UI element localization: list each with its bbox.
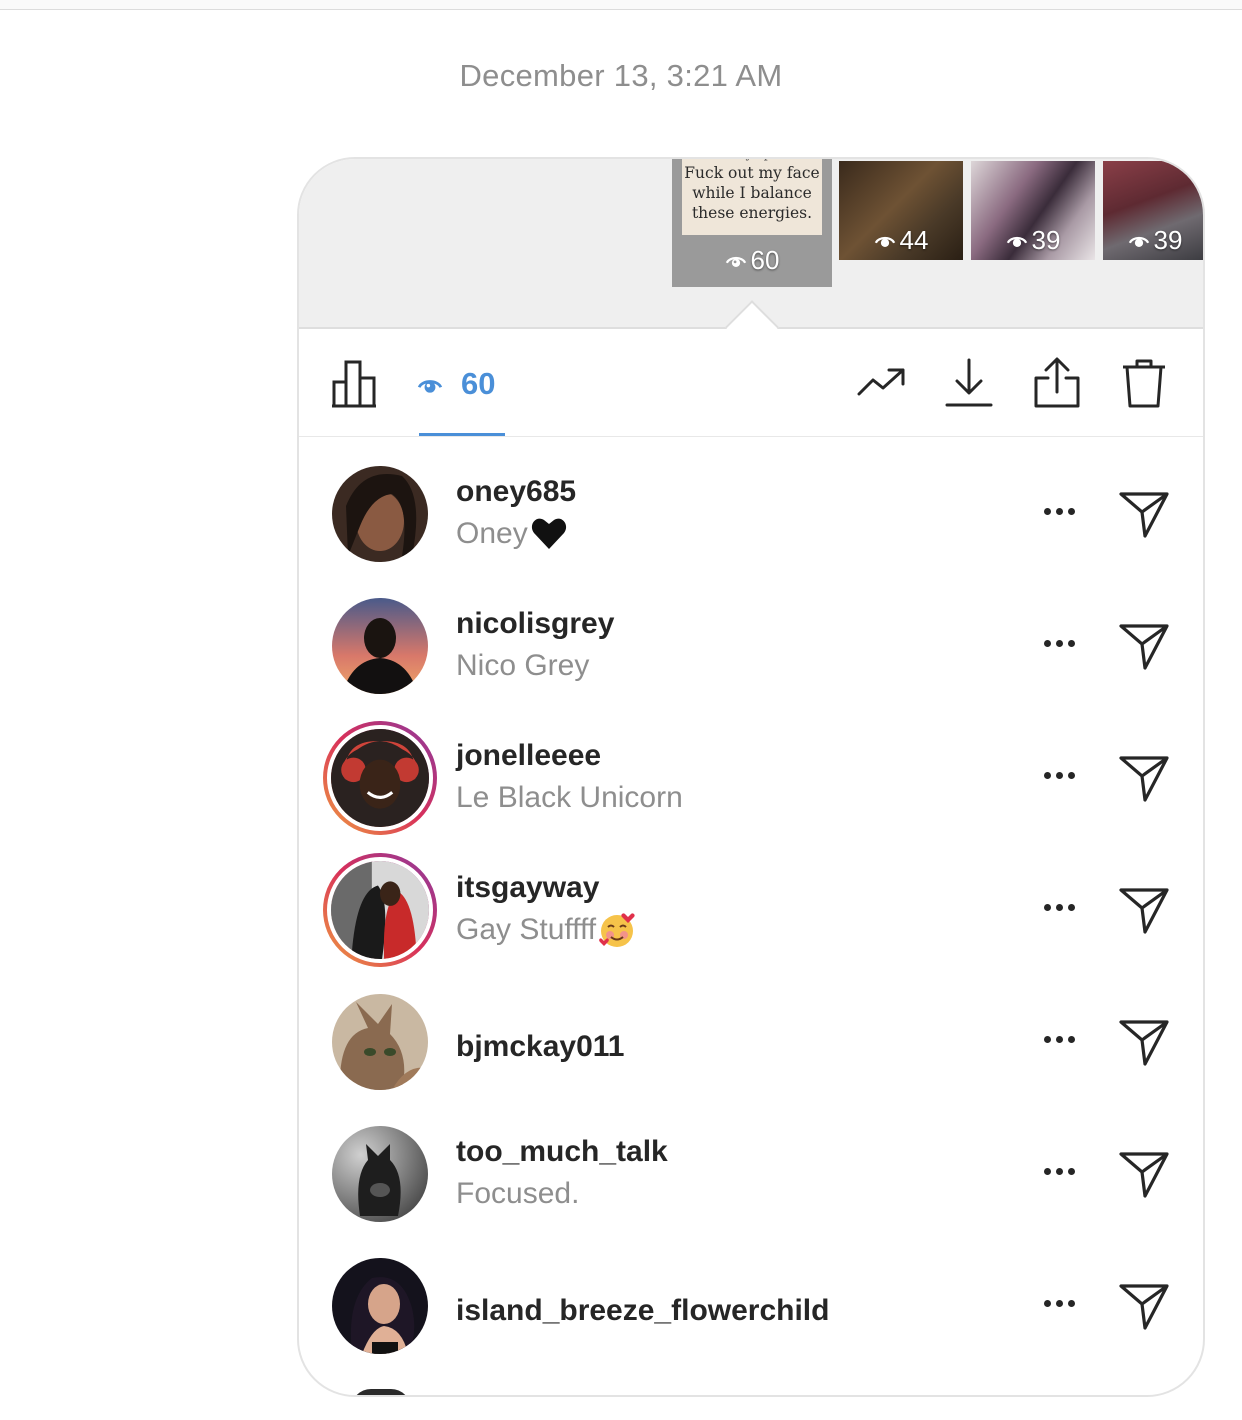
story-thumbnail[interactable]: 39 (1103, 161, 1203, 260)
story-thumbnail[interactable]: 39 (971, 161, 1095, 260)
story-view-count: 44 (839, 225, 963, 256)
message-timestamp: December 13, 3:21 AM (459, 58, 783, 93)
viewer-row[interactable]: oney685 Oney (299, 454, 1203, 586)
viewer-row[interactable]: bjmckay011 (299, 982, 1203, 1114)
story-view-count: 39 (1103, 225, 1203, 256)
eye-icon (1128, 236, 1149, 247)
tab-viewers[interactable]: 60 (417, 361, 495, 407)
viewer-full-name: Oney (456, 512, 576, 556)
trash-icon[interactable] (1116, 355, 1172, 411)
story-view-count: 39 (971, 225, 1095, 256)
download-icon[interactable] (941, 355, 997, 411)
viewer-username: island_breeze_flowerchild (456, 1294, 830, 1327)
black-heart-icon (531, 518, 566, 549)
viewer-username: bjmckay011 (456, 1030, 625, 1063)
more-options-button[interactable] (1039, 892, 1079, 922)
avatar[interactable] (332, 466, 428, 562)
viewer-username: jonelleeee (456, 739, 602, 772)
viewer-count: 60 (461, 366, 496, 401)
send-icon[interactable] (1115, 748, 1173, 806)
send-icon[interactable] (1115, 880, 1173, 938)
viewer-row[interactable]: itsgayway Gay Stuffff (299, 850, 1203, 982)
avatar[interactable] (332, 1258, 428, 1354)
eye-icon (1006, 236, 1027, 247)
send-icon[interactable] (1115, 1012, 1173, 1070)
eye-icon (874, 236, 895, 247)
story-thumbnail-selected[interactable]: are always positive Fuck out my face whi… (672, 159, 832, 287)
viewer-row[interactable]: too_much_talk Focused. (299, 1114, 1203, 1246)
smiling-face-with-hearts-icon (599, 913, 635, 947)
more-options-button[interactable] (1039, 1156, 1079, 1186)
send-icon[interactable] (1115, 1144, 1173, 1202)
eye-icon (725, 256, 746, 267)
active-tab-indicator (419, 433, 505, 436)
viewer-row[interactable]: island_breeze_flowerchild (299, 1246, 1203, 1378)
viewer-list: oney685 Oney nicolisgrey Nico Grey jonel… (299, 454, 1203, 1378)
viewer-username: too_much_talk (456, 1135, 668, 1168)
trending-up-icon[interactable] (854, 355, 910, 411)
story-viewers-card: are always positive Fuck out my face whi… (297, 157, 1205, 1397)
story-quote: are always positive Fuck out my face whi… (682, 159, 822, 235)
viewer-row[interactable]: jonelleeee Le Black Unicorn (299, 718, 1203, 850)
send-icon[interactable] (1115, 484, 1173, 542)
story-toolbar: 60 (299, 331, 1203, 437)
more-options-button[interactable] (1039, 1288, 1079, 1318)
viewer-username: oney685 (456, 475, 577, 508)
top-divider (0, 0, 1242, 10)
next-viewer-avatar-partial (351, 1389, 411, 1395)
viewer-username: itsgayway (456, 871, 600, 904)
share-icon[interactable] (1029, 355, 1085, 411)
send-icon[interactable] (1115, 616, 1173, 674)
viewer-full-name: Focused. (456, 1177, 580, 1210)
story-view-count: 60 (672, 245, 832, 276)
avatar[interactable] (332, 598, 428, 694)
more-options-button[interactable] (1039, 628, 1079, 658)
more-options-button[interactable] (1039, 496, 1079, 526)
viewer-full-name: Gay Stuffff (456, 908, 636, 952)
story-thumbnail[interactable]: 44 (839, 161, 963, 260)
eye-icon (417, 380, 443, 393)
avatar[interactable] (332, 1126, 428, 1222)
more-options-button[interactable] (1039, 760, 1079, 790)
viewer-full-name: Le Black Unicorn (456, 781, 683, 814)
avatar-story-ring[interactable] (323, 721, 437, 835)
avatar[interactable] (332, 994, 428, 1090)
viewer-row[interactable]: nicolisgrey Nico Grey (299, 586, 1203, 718)
send-icon[interactable] (1115, 1276, 1173, 1334)
bar-chart-icon[interactable] (329, 355, 385, 411)
more-options-button[interactable] (1039, 1024, 1079, 1054)
avatar-story-ring[interactable] (323, 853, 437, 967)
viewer-username: nicolisgrey (456, 607, 615, 640)
viewer-full-name: Nico Grey (456, 649, 590, 682)
